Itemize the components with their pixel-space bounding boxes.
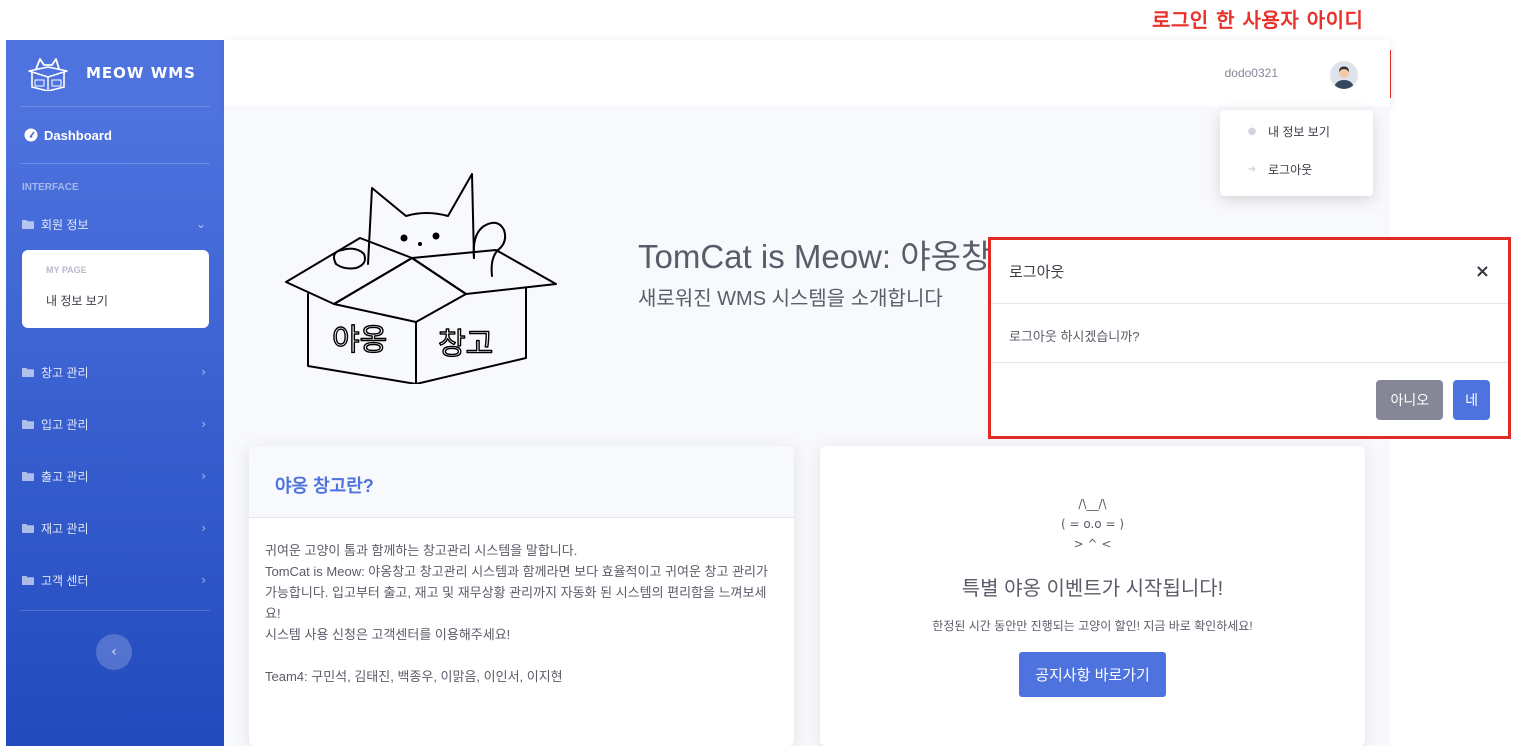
- intro-line: 시스템 사용 신청은 고객센터를 이용해주세요!: [265, 627, 511, 642]
- folder-icon: [22, 220, 34, 229]
- sign-out-icon: ➜: [1247, 163, 1257, 175]
- sidebar-item-label: 창고 관리: [41, 365, 89, 380]
- ascii-cat-line: ( = o.o = ): [1060, 517, 1125, 531]
- intro-line: 귀여운 고양이 톰과 함께하는 창고관리 시스템을 말합니다.: [265, 543, 578, 558]
- sidebar-item-customer-center[interactable]: 고객 센터 ›: [6, 554, 224, 606]
- sidebar-item-label: 회원 정보: [41, 217, 89, 232]
- dropdown-item-my-info[interactable]: ● 내 정보 보기: [1220, 112, 1373, 150]
- member-submenu: MY PAGE 내 정보 보기: [22, 250, 209, 328]
- event-description: 한정된 시간 동안만 진행되는 고양이 할인! 지금 바로 확인하세요!: [932, 619, 1253, 633]
- ascii-cat-line: /\__/\: [1078, 497, 1107, 511]
- sidebar-item-label: 입고 관리: [41, 417, 89, 432]
- sidebar-divider: [20, 610, 210, 611]
- chevron-right-icon: ›: [201, 469, 206, 483]
- folder-icon: [22, 524, 34, 533]
- sidebar-toggle-button[interactable]: ‹: [96, 634, 132, 670]
- user-icon: ●: [1247, 125, 1257, 137]
- avatar-person-icon: [1330, 61, 1358, 89]
- dropdown-item-logout[interactable]: ➜ 로그아웃: [1220, 150, 1373, 188]
- sidebar: MEOW WMS Dashboard INTERFACE 회원 정보 ⌄ MY …: [6, 40, 224, 746]
- submenu-header: MY PAGE: [46, 265, 87, 275]
- sidebar-item-label: 재고 관리: [41, 521, 89, 536]
- annotation-modal-box: [988, 237, 1511, 439]
- user-dropdown-menu: ● 내 정보 보기 ➜ 로그아웃: [1220, 110, 1373, 196]
- cat-box-logo-icon: [28, 58, 68, 91]
- user-name[interactable]: dodo0321: [1225, 66, 1278, 80]
- notice-button[interactable]: 공지사항 바로가기: [1019, 652, 1166, 697]
- intro-card-title: 야옹 창고란?: [249, 446, 794, 518]
- submenu-item-my-info[interactable]: 내 정보 보기: [22, 292, 209, 309]
- folder-icon: [22, 420, 34, 429]
- sidebar-item-label: Dashboard: [44, 127, 112, 143]
- hero-title: TomCat is Meow: 야옹창고: [638, 238, 1022, 275]
- event-title: 특별 야옹 이벤트가 시작됩니다!: [961, 578, 1224, 600]
- annotation-title: 로그인 한 사용자 아이디: [1152, 8, 1364, 32]
- sidebar-item-inventory[interactable]: 재고 관리 ›: [6, 502, 224, 554]
- intro-line: TomCat is Meow: 야옹창고 창고관리 시스템과 함께라면 보다 효…: [265, 564, 768, 621]
- dropdown-item-label: 내 정보 보기: [1268, 124, 1330, 139]
- chevron-right-icon: ›: [201, 521, 206, 535]
- topbar: dodo0321: [224, 40, 1390, 106]
- svg-text:창고: 창고: [438, 327, 493, 362]
- sidebar-item-member[interactable]: 회원 정보 ⌄: [6, 198, 224, 250]
- sidebar-item-inbound[interactable]: 입고 관리 ›: [6, 398, 224, 450]
- intro-card: 야옹 창고란? 귀여운 고양이 톰과 함께하는 창고관리 시스템을 말합니다. …: [249, 446, 794, 746]
- sidebar-item-warehouse[interactable]: 창고 관리 ›: [6, 346, 224, 398]
- intro-card-body: 귀여운 고양이 톰과 함께하는 창고관리 시스템을 말합니다. TomCat i…: [249, 518, 794, 687]
- tachometer-icon: [24, 128, 38, 142]
- sidebar-item-dashboard[interactable]: Dashboard: [6, 107, 224, 163]
- ascii-cat-line: > ^ <: [1073, 537, 1112, 551]
- ascii-cat: /\__/\ ( = o.o = ) > ^ <: [820, 494, 1365, 554]
- sidebar-brand[interactable]: MEOW WMS: [6, 40, 224, 106]
- chevron-right-icon: ›: [201, 417, 206, 431]
- team-members: Team4: 구민석, 김태진, 백종우, 이맑음, 이인서, 이지현: [265, 669, 563, 684]
- chevron-right-icon: ›: [201, 365, 206, 379]
- brand-name: MEOW WMS: [86, 64, 196, 82]
- sidebar-item-outbound[interactable]: 출고 관리 ›: [6, 450, 224, 502]
- cat-in-box-illustration: 야옹 창고: [285, 173, 557, 384]
- sidebar-item-label: 고객 센터: [41, 573, 89, 588]
- chevron-right-icon: ›: [201, 573, 206, 587]
- dropdown-item-label: 로그아웃: [1268, 162, 1313, 177]
- sidebar-heading: INTERFACE: [22, 182, 79, 193]
- folder-icon: [22, 576, 34, 585]
- sidebar-item-label: 출고 관리: [41, 469, 89, 484]
- hero-subtitle: 새로워진 WMS 시스템을 소개합니다: [638, 288, 943, 310]
- folder-icon: [22, 472, 34, 481]
- event-card: /\__/\ ( = o.o = ) > ^ < 특별 야옹 이벤트가 시작됩니다!…: [820, 446, 1365, 746]
- svg-text:야옹: 야옹: [332, 323, 387, 358]
- chevron-down-icon: ⌄: [195, 217, 206, 231]
- user-avatar[interactable]: [1330, 61, 1358, 89]
- chevron-left-icon: ‹: [111, 644, 117, 660]
- folder-icon: [22, 368, 34, 377]
